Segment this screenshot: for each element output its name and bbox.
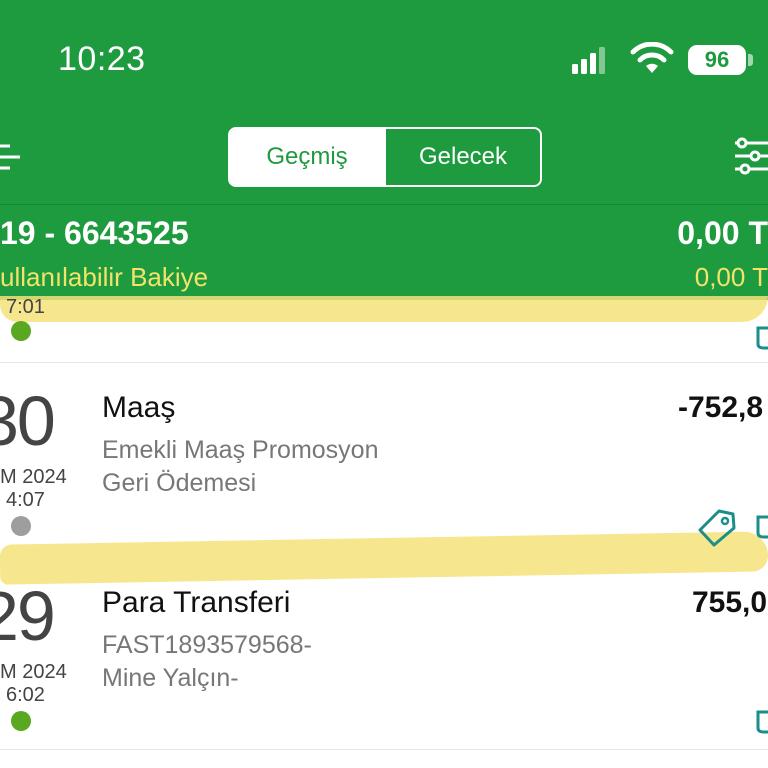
transaction-time: 6:02 <box>6 684 45 706</box>
table-row[interactable]: 29 M 2024 6:02 Para Transferi FAST189357… <box>0 558 768 750</box>
transaction-month: M 2024 <box>0 466 67 488</box>
wifi-icon <box>630 42 674 73</box>
account-number: 19 - 6643525 <box>0 215 189 251</box>
back-menu-icon[interactable] <box>0 143 22 173</box>
status-dot <box>11 516 31 536</box>
cellular-signal-icon <box>572 47 605 74</box>
transaction-description: FAST1893579568- <box>102 631 312 659</box>
app-header: 10:23 96 Geçmiş Gelecek 19 - 6643525 0,0… <box>0 0 768 300</box>
transaction-day: 29 <box>0 577 56 655</box>
battery-icon: 96 <box>688 45 746 75</box>
available-balance-label: ullanılabilir Bakiye <box>0 262 209 292</box>
account-balance: 0,00 T <box>677 215 768 251</box>
row-separator <box>0 749 768 750</box>
status-dot <box>11 711 31 731</box>
tag-icon[interactable] <box>697 508 737 548</box>
filter-sliders-icon[interactable] <box>733 137 768 175</box>
transaction-time: 7:01 <box>6 296 45 318</box>
transaction-description: Emekli Maaş Promosyon <box>102 436 379 464</box>
table-row[interactable]: 30 M 2024 4:07 Maaş Emekli Maaş Promosyo… <box>0 363 768 556</box>
transaction-time: 4:07 <box>6 489 45 511</box>
list-item[interactable]: 7:01 <box>0 296 768 363</box>
transaction-amount: -752,8 <box>678 391 764 424</box>
available-balance-value: 0,00 T <box>694 262 768 292</box>
transaction-day: 30 <box>0 382 56 460</box>
transaction-title: Para Transferi <box>102 586 291 619</box>
status-time: 10:23 <box>58 40 146 78</box>
transaction-amount: 755,0 <box>692 586 768 619</box>
history-segmented-control: Geçmiş Gelecek <box>228 127 542 187</box>
split-icon[interactable] <box>754 708 768 738</box>
split-icon[interactable] <box>754 324 768 354</box>
transaction-month: M 2024 <box>0 661 67 683</box>
status-dot <box>11 321 31 341</box>
split-icon[interactable] <box>754 513 768 543</box>
transaction-title: Maaş <box>102 391 176 424</box>
transaction-description: Mine Yalçın- <box>102 664 239 692</box>
tab-future[interactable]: Gelecek <box>384 129 540 185</box>
header-divider <box>0 204 768 205</box>
transaction-description: Geri Ödemesi <box>102 469 257 497</box>
tab-past[interactable]: Geçmiş <box>230 129 384 185</box>
battery-cap <box>748 54 753 66</box>
